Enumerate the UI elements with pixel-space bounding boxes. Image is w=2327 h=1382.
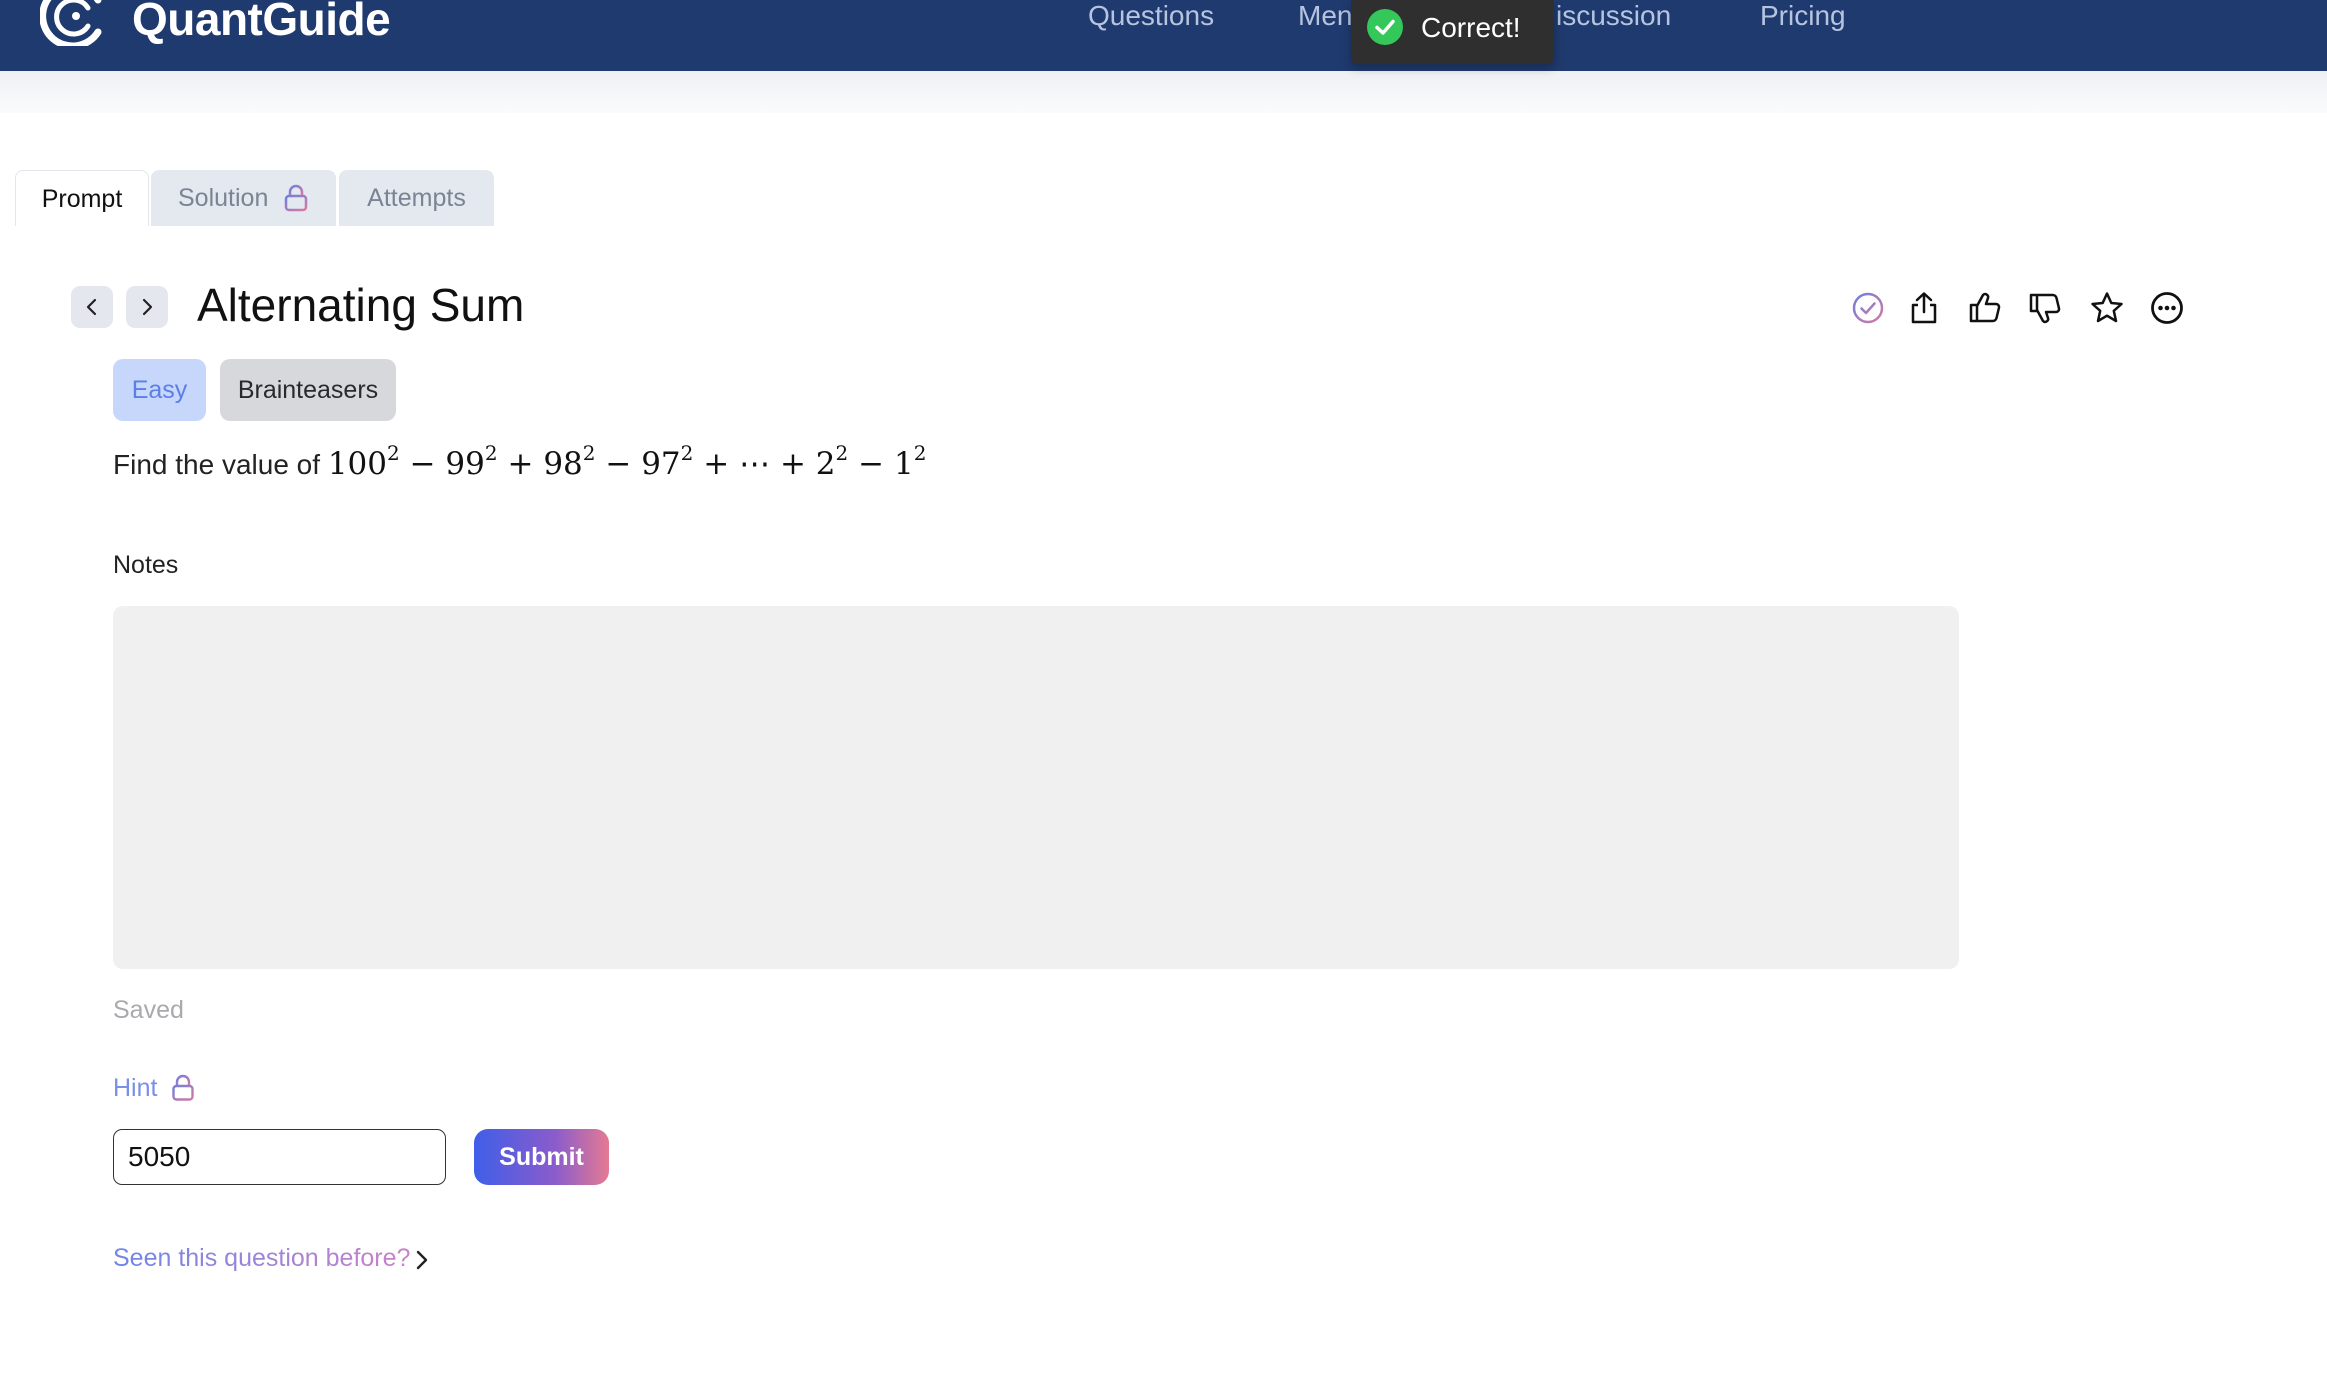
tab-solution[interactable]: Solution xyxy=(151,170,336,226)
question-title: Alternating Sum xyxy=(197,279,525,331)
top-navbar: QuantGuide Questions Men iscussion Prici… xyxy=(0,0,2327,71)
chevron-right-icon xyxy=(142,298,153,316)
notes-label: Notes xyxy=(113,551,179,579)
problem-expression: 1002 − 992 + 982 − 972 + ⋯ + 22 − 12 xyxy=(327,441,927,482)
lock-icon[interactable] xyxy=(171,1074,195,1102)
lock-icon xyxy=(284,184,308,212)
hint-link[interactable]: Hint xyxy=(113,1074,157,1103)
toast-message: Correct! xyxy=(1421,12,1521,43)
more-icon[interactable] xyxy=(2149,290,2185,326)
share-icon[interactable] xyxy=(1906,290,1942,326)
star-icon[interactable] xyxy=(2089,290,2125,326)
next-question-button[interactable] xyxy=(126,286,168,328)
submit-button[interactable]: Submit xyxy=(474,1129,609,1185)
success-toast: Correct! xyxy=(1351,0,1554,64)
seen-question-before-link[interactable]: Seen this question before? xyxy=(113,1244,410,1273)
nav-pricing[interactable]: Pricing xyxy=(1760,0,1846,32)
category-badge[interactable]: Brainteasers xyxy=(220,359,396,421)
quantguide-logo-icon[interactable] xyxy=(40,0,115,46)
chevron-right-icon[interactable] xyxy=(412,1246,432,1274)
thumbs-down-icon[interactable] xyxy=(2027,290,2063,326)
thumbs-up-icon[interactable] xyxy=(1967,290,2003,326)
navbar-shadow xyxy=(0,71,2327,113)
difficulty-badge[interactable]: Easy xyxy=(113,359,206,421)
nav-questions[interactable]: Questions xyxy=(1088,0,1214,32)
tab-solution-label: Solution xyxy=(178,184,269,212)
notes-saved-status: Saved xyxy=(113,996,184,1024)
tab-attempts[interactable]: Attempts xyxy=(339,170,494,226)
nav-discussion[interactable]: iscussion xyxy=(1556,0,1671,32)
previous-question-button[interactable] xyxy=(71,286,113,328)
check-circle-icon xyxy=(1367,9,1403,45)
check-circle-icon[interactable] xyxy=(1850,290,1886,326)
notes-textarea[interactable] xyxy=(113,606,1959,969)
problem-statement: Find the value of 1002 − 992 + 982 − 972… xyxy=(113,441,927,482)
chevron-left-icon xyxy=(86,298,97,316)
answer-input[interactable] xyxy=(113,1129,446,1185)
brand-name[interactable]: QuantGuide xyxy=(132,0,391,46)
tab-prompt[interactable]: Prompt xyxy=(15,170,149,226)
nav-mentors[interactable]: Men xyxy=(1298,0,1352,32)
problem-prefix: Find the value of xyxy=(113,449,321,480)
